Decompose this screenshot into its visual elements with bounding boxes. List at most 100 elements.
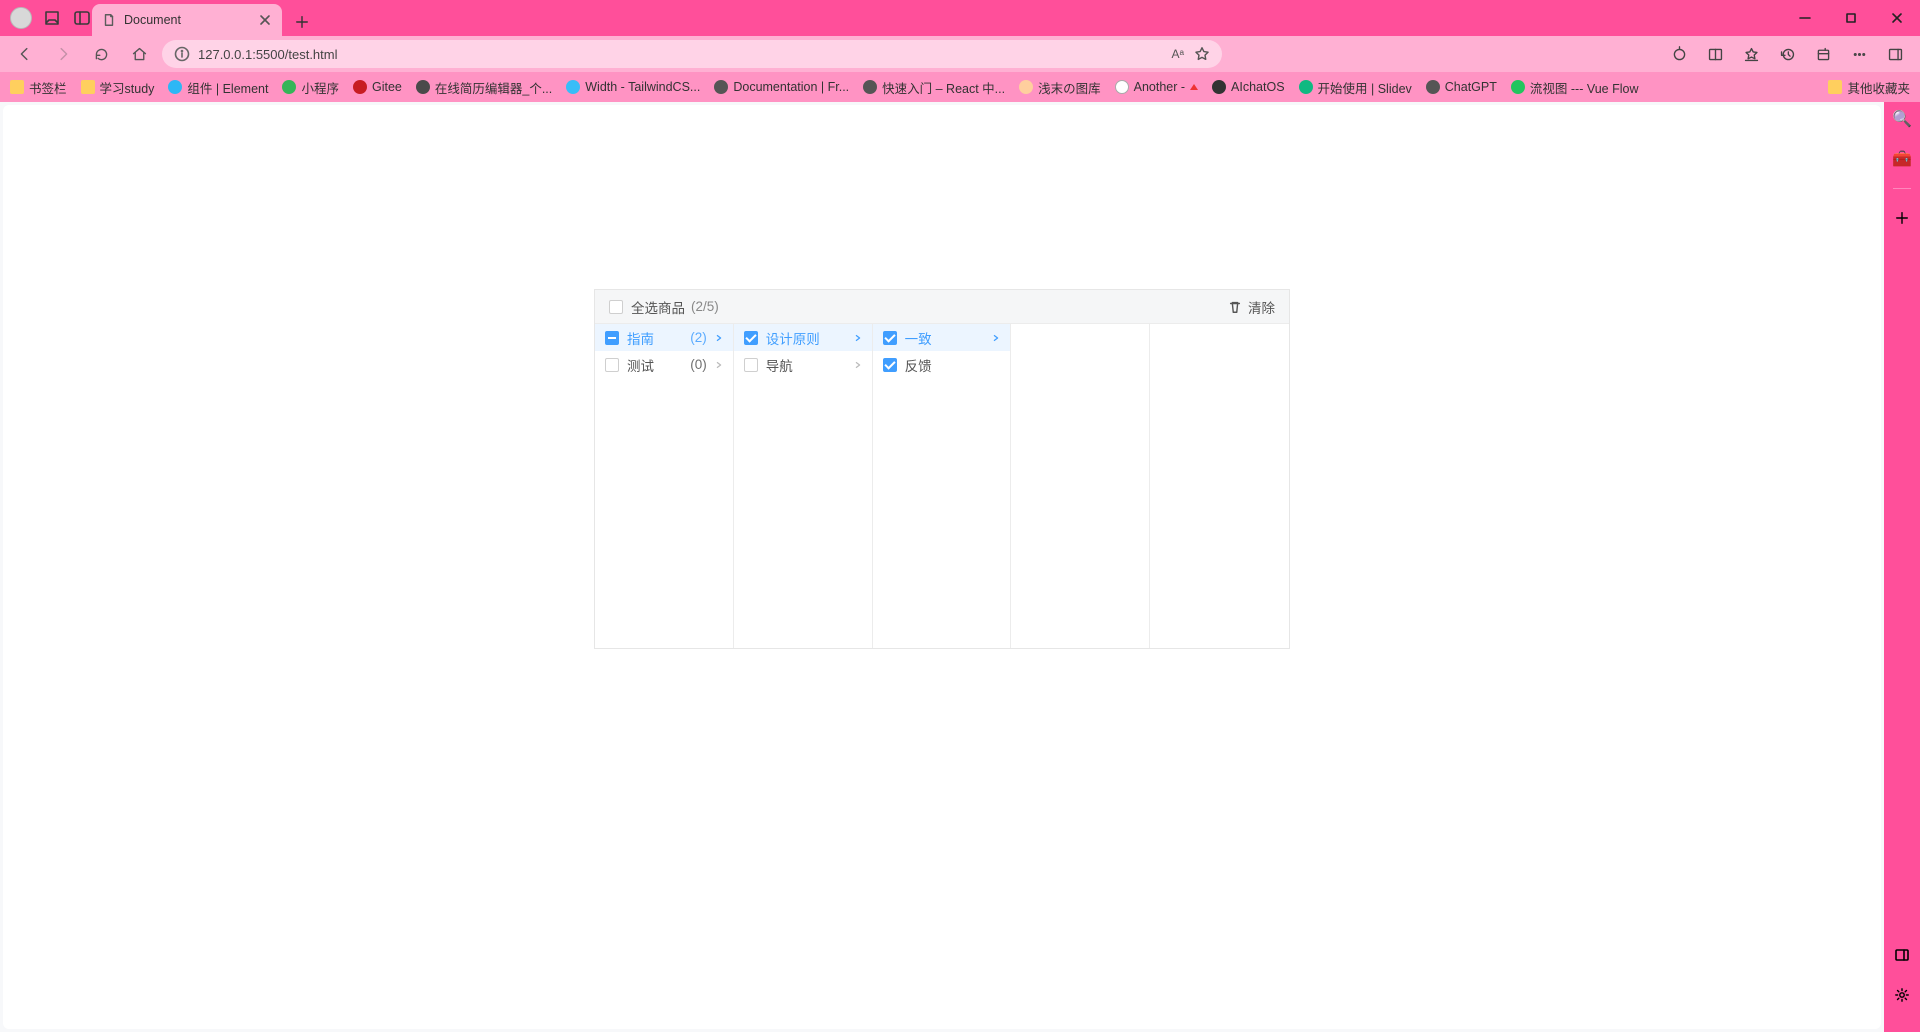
split-view-icon[interactable] — [72, 8, 92, 28]
item-checkbox[interactable] — [605, 331, 619, 345]
close-tab-icon[interactable] — [258, 13, 272, 27]
bookmark-item[interactable]: Gitee — [353, 80, 402, 94]
item-label: 设计原则 — [766, 328, 846, 348]
favicon-icon — [1511, 80, 1525, 94]
reload-button[interactable] — [86, 39, 116, 69]
bookmark-item[interactable]: 快速入门 – React 中... — [863, 78, 1005, 97]
cascader-item[interactable]: 一致 — [873, 324, 1011, 351]
browser-toolbar: 127.0.0.1:5500/test.html Aᵃ — [0, 36, 1920, 72]
collections-icon[interactable] — [1808, 39, 1838, 69]
toolbox-icon[interactable]: 🧰 — [1891, 148, 1913, 170]
back-button[interactable] — [10, 39, 40, 69]
search-tool-icon[interactable]: 🔍 — [1891, 108, 1913, 130]
bookmark-label: Width - TailwindCS... — [585, 80, 700, 94]
item-checkbox[interactable] — [883, 331, 897, 345]
favicon-icon — [416, 80, 430, 94]
bookmark-item[interactable]: 学习study — [81, 78, 155, 97]
chevron-right-icon — [715, 361, 725, 369]
folder-icon — [10, 80, 24, 94]
item-count: (2) — [690, 330, 707, 345]
bookmark-item[interactable]: Width - TailwindCS... — [566, 80, 700, 94]
home-button[interactable] — [124, 39, 154, 69]
bookmark-label: 学习study — [100, 78, 155, 97]
cascader-item[interactable]: 测试 (0) — [595, 351, 733, 378]
extensions-icon[interactable] — [1664, 39, 1694, 69]
page-body: 全选商品 (2/5) 清除 指南 (2)测试 (0)设计原则导航一致反馈 — [3, 105, 1881, 1029]
bookmark-label: 在线简历编辑器_个... — [435, 78, 552, 97]
bookmark-item[interactable]: Documentation | Fr... — [714, 80, 849, 94]
settings-icon[interactable] — [1891, 984, 1913, 1006]
cascader-item[interactable]: 导航 — [734, 351, 872, 378]
item-checkbox[interactable] — [883, 358, 897, 372]
site-info-icon[interactable] — [174, 46, 190, 62]
bookmark-label: Documentation | Fr... — [733, 80, 849, 94]
more-menu-icon[interactable] — [1844, 39, 1874, 69]
favicon-icon — [1019, 80, 1033, 94]
favicon-icon — [282, 80, 296, 94]
item-label: 导航 — [766, 355, 846, 375]
hide-sidebar-icon[interactable] — [1891, 944, 1913, 966]
bookmark-item[interactable]: 流视图 --- Vue Flow — [1511, 78, 1639, 97]
item-checkbox[interactable] — [744, 331, 758, 345]
bookmark-item[interactable]: ChatGPT — [1426, 80, 1497, 94]
bookmarks-overflow[interactable]: 其他收藏夹 — [1828, 78, 1910, 97]
bookmark-item[interactable]: 书签栏 — [10, 78, 67, 97]
history-icon[interactable] — [1772, 39, 1802, 69]
close-window-button[interactable] — [1874, 0, 1920, 36]
cascader-item[interactable]: 反馈 — [873, 351, 1011, 378]
bookmark-item[interactable]: Another - — [1115, 80, 1198, 94]
favicon-icon — [1115, 80, 1129, 94]
window-titlebar: Document — [0, 0, 1920, 36]
bookmark-item[interactable]: 组件 | Element — [168, 78, 268, 97]
folder-icon — [81, 80, 95, 94]
address-bar[interactable]: 127.0.0.1:5500/test.html Aᵃ — [162, 40, 1222, 68]
clear-button[interactable]: 清除 — [1228, 297, 1275, 317]
cascader-item[interactable]: 设计原则 — [734, 324, 872, 351]
add-sidebar-icon[interactable] — [1891, 207, 1913, 229]
item-checkbox[interactable] — [744, 358, 758, 372]
item-label: 反馈 — [905, 355, 1003, 375]
folder-icon — [1828, 80, 1842, 94]
minimize-button[interactable] — [1782, 0, 1828, 36]
favorite-icon[interactable] — [1194, 46, 1210, 62]
item-label: 指南 — [627, 328, 682, 348]
new-tab-button[interactable] — [288, 8, 316, 36]
browser-tab[interactable]: Document — [92, 4, 282, 36]
favicon-icon — [1426, 80, 1440, 94]
selection-count: (2/5) — [691, 299, 719, 314]
item-checkbox[interactable] — [605, 358, 619, 372]
cascader-column — [1011, 324, 1150, 648]
bookmark-item[interactable]: AIchatOS — [1212, 80, 1285, 94]
bookmark-label: ChatGPT — [1445, 80, 1497, 94]
bookmarks-bar: 书签栏 学习study 组件 | Element 小程序 Gitee 在线简历编辑器_个.… — [0, 72, 1920, 102]
maximize-button[interactable] — [1828, 0, 1874, 36]
favicon-icon — [863, 80, 877, 94]
edge-sidebar: 🔍 🧰 — [1884, 102, 1920, 1032]
transfer-header: 全选商品 (2/5) 清除 — [595, 290, 1289, 324]
bookmark-label: 快速入门 – React 中... — [882, 78, 1005, 97]
profile-avatar[interactable] — [10, 7, 32, 29]
cascader-transfer: 全选商品 (2/5) 清除 指南 (2)测试 (0)设计原则导航一致反馈 — [594, 289, 1290, 649]
bookmark-item[interactable]: 在线简历编辑器_个... — [416, 78, 552, 97]
favicon-icon — [566, 80, 580, 94]
item-label: 一致 — [905, 328, 985, 348]
favicon-icon — [714, 80, 728, 94]
divider — [1893, 188, 1911, 189]
chevron-right-icon — [854, 334, 864, 342]
split-screen-icon[interactable] — [1700, 39, 1730, 69]
favorites-list-icon[interactable] — [1736, 39, 1766, 69]
bookmark-label: 组件 | Element — [187, 78, 268, 97]
trash-icon — [1228, 300, 1242, 314]
bookmark-item[interactable]: 小程序 — [282, 78, 339, 97]
tab-title: Document — [124, 13, 181, 27]
bookmark-item[interactable]: 浅末の图库 — [1019, 78, 1101, 97]
chevron-right-icon — [715, 334, 725, 342]
sidebar-toggle-icon[interactable] — [1880, 39, 1910, 69]
select-all-checkbox[interactable] — [609, 300, 623, 314]
cascader-columns: 指南 (2)测试 (0)设计原则导航一致反馈 — [595, 324, 1289, 648]
reader-mode-icon[interactable]: Aᵃ — [1172, 47, 1184, 61]
workspaces-icon[interactable] — [42, 8, 62, 28]
bookmark-label: 小程序 — [301, 78, 339, 97]
bookmark-item[interactable]: 开始使用 | Slidev — [1299, 78, 1412, 97]
cascader-item[interactable]: 指南 (2) — [595, 324, 733, 351]
